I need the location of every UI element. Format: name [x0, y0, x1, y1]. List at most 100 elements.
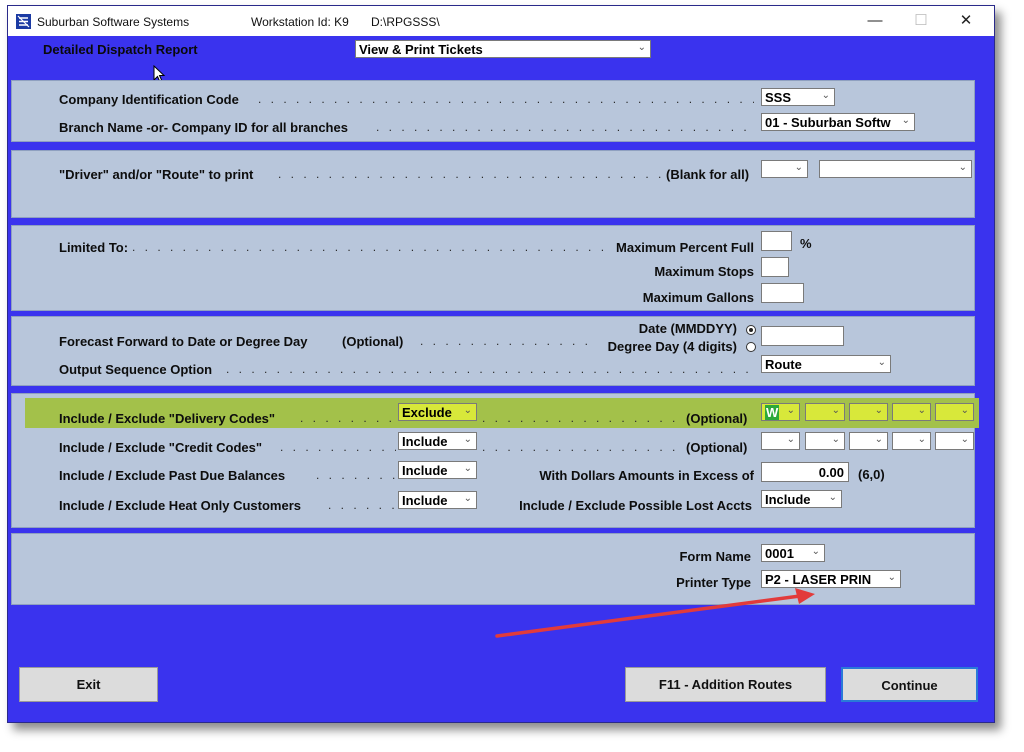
form-name-select[interactable]: 0001 ⌄: [761, 544, 825, 562]
credit-code-2-select[interactable]: ⌄: [805, 432, 845, 450]
chevron-down-icon: ⌄: [786, 405, 795, 416]
chevron-down-icon: ⌄: [877, 357, 886, 368]
delivery-code-3-select[interactable]: ⌄: [849, 403, 888, 421]
credit-codes-select[interactable]: Include ⌄: [398, 432, 477, 450]
chevron-down-icon: ⌄: [463, 434, 472, 445]
forecast-label: Forecast Forward to Date or Degree Day: [59, 334, 308, 349]
heat-only-select[interactable]: Include ⌄: [398, 491, 477, 509]
credit-code-3-select[interactable]: ⌄: [849, 432, 888, 450]
chevron-down-icon: ⌄: [958, 162, 967, 173]
report-title: Detailed Dispatch Report: [43, 42, 198, 57]
leader-dots: . . . . . . . . . . . . . . . . . . . . …: [482, 440, 678, 454]
lost-accts-select[interactable]: Include ⌄: [761, 490, 842, 508]
chevron-down-icon: ⌄: [821, 90, 830, 101]
chevron-down-icon: ⌄: [463, 493, 472, 504]
max-stops-input[interactable]: [761, 257, 789, 277]
chevron-down-icon: ⌄: [794, 162, 803, 173]
dollars-excess-input[interactable]: 0.00: [761, 462, 849, 482]
credit-code-5-select[interactable]: ⌄: [935, 432, 974, 450]
chevron-down-icon: ⌄: [901, 115, 910, 126]
route-select[interactable]: ⌄: [819, 160, 972, 178]
output-sequence-label: Output Sequence Option: [59, 362, 213, 377]
chevron-down-icon: ⌄: [828, 492, 837, 503]
dollars-excess-label: With Dollars Amounts in Excess of: [539, 468, 754, 483]
lost-accts-value: Include: [765, 492, 811, 507]
forecast-value-input[interactable]: [761, 326, 844, 346]
chevron-down-icon: ⌄: [960, 434, 969, 445]
leader-dots: . . . . . . . . . .: [316, 468, 396, 482]
date-radio[interactable]: [746, 325, 756, 335]
chevron-down-icon: ⌄: [960, 405, 969, 416]
limited-to-label: Limited To:: [59, 240, 129, 255]
addition-routes-button[interactable]: F11 - Addition Routes: [625, 667, 826, 702]
leader-dots: . . . . . . . . . . . . . . . . . . . . …: [482, 411, 678, 425]
leader-dots: . . . . . . . . . . . .: [300, 411, 396, 425]
delivery-codes-label: Include / Exclude "Delivery Codes": [59, 411, 276, 426]
blank-for-all-note: (Blank for all): [666, 167, 750, 182]
chevron-down-icon: ⌄: [831, 405, 840, 416]
workstation-id: Workstation Id: K9: [251, 15, 349, 29]
percent-sign: %: [800, 236, 812, 251]
continue-button[interactable]: Continue: [841, 667, 978, 702]
chevron-down-icon: ⌄: [463, 405, 472, 416]
app-logo-icon: [16, 14, 31, 29]
form-printer-panel: [11, 533, 975, 605]
chevron-down-icon: ⌄: [887, 572, 896, 583]
chevron-down-icon: ⌄: [811, 546, 820, 557]
chevron-down-icon: ⌄: [874, 434, 883, 445]
printer-type-select[interactable]: P2 - LASER PRIN ⌄: [761, 570, 901, 588]
chevron-down-icon: ⌄: [917, 405, 926, 416]
company-code-value: SSS: [765, 90, 792, 105]
leader-dots: . . . . . . . . . . . . . . . . . . . . …: [278, 167, 666, 181]
report-mode-value: View & Print Tickets: [359, 42, 483, 57]
delivery-code-2-select[interactable]: ⌄: [805, 403, 845, 421]
title-bar: Suburban Software Systems Workstation Id…: [8, 6, 994, 36]
past-due-value: Include: [402, 463, 448, 478]
maximize-icon[interactable]: ☐: [906, 11, 936, 31]
max-percent-input[interactable]: [761, 231, 792, 251]
delivery-code-1-select[interactable]: W ⌄: [761, 403, 800, 421]
leader-dots: . . . . . . . . . . . . . . . . . . . . …: [420, 334, 594, 348]
degree-day-radio[interactable]: [746, 342, 756, 352]
forecast-optional: (Optional): [342, 334, 404, 349]
output-sequence-select[interactable]: Route ⌄: [761, 355, 891, 373]
past-due-select[interactable]: Include ⌄: [398, 461, 477, 479]
chevron-down-icon: ⌄: [463, 463, 472, 474]
delivery-code-5-select[interactable]: ⌄: [935, 403, 974, 421]
minimize-icon[interactable]: —: [860, 11, 890, 31]
report-mode-select[interactable]: View & Print Tickets ⌄: [355, 40, 651, 58]
past-due-label: Include / Exclude Past Due Balances: [59, 468, 286, 483]
leader-dots: . . . . . . . . . . . . . . . . . . . . …: [226, 362, 756, 376]
credit-code-4-select[interactable]: ⌄: [892, 432, 931, 450]
max-stops-label: Maximum Stops: [654, 264, 754, 279]
heat-only-value: Include: [402, 493, 448, 508]
delivery-code-4-select[interactable]: ⌄: [892, 403, 931, 421]
credit-code-1-select[interactable]: ⌄: [761, 432, 800, 450]
limits-panel: [11, 225, 975, 311]
driver-route-label: "Driver" and/or "Route" to print: [59, 167, 254, 182]
company-code-label: Company Identification Code: [59, 92, 239, 107]
company-code-select[interactable]: SSS ⌄: [761, 88, 835, 106]
delivery-codes-select[interactable]: Exclude ⌄: [398, 403, 477, 421]
dollars-format-note: (6,0): [858, 467, 885, 482]
max-gallons-label: Maximum Gallons: [642, 290, 754, 305]
leader-dots: . . . . . . . . .: [328, 498, 396, 512]
delivery-codes-value: Exclude: [402, 405, 452, 420]
credit-codes-label: Include / Exclude "Credit Codes": [59, 440, 263, 455]
branch-value: 01 - Suburban Softw: [765, 115, 891, 130]
chevron-down-icon: ⌄: [831, 434, 840, 445]
date-option-label: Date (MMDDYY): [638, 321, 737, 336]
credit-codes-value: Include: [402, 434, 448, 449]
app-title: Suburban Software Systems: [37, 15, 190, 29]
delivery-codes-optional: (Optional): [686, 411, 748, 426]
exit-button[interactable]: Exit: [19, 667, 158, 702]
max-gallons-input[interactable]: [761, 283, 804, 303]
chevron-down-icon: ⌄: [786, 434, 795, 445]
output-sequence-value: Route: [765, 357, 802, 372]
branch-select[interactable]: 01 - Suburban Softw ⌄: [761, 113, 915, 131]
leader-dots: . . . . . . . . . . . . . . . . . . . . …: [376, 120, 754, 134]
close-icon[interactable]: ✕: [951, 11, 981, 31]
heat-only-label: Include / Exclude Heat Only Customers: [59, 498, 302, 513]
driver-select[interactable]: ⌄: [761, 160, 808, 178]
dollars-excess-value: 0.00: [818, 465, 844, 480]
